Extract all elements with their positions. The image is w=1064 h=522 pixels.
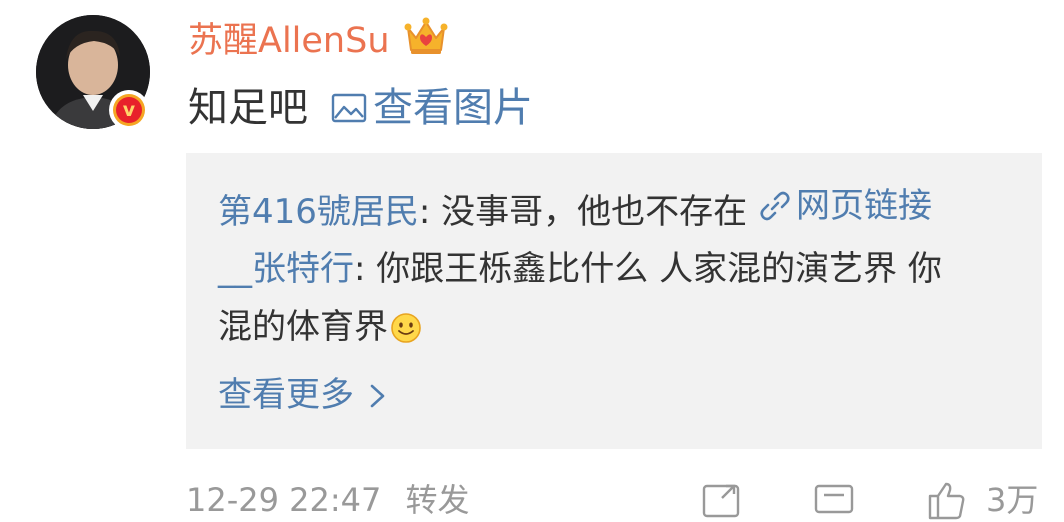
comment-author[interactable]: __张特行 xyxy=(218,249,354,289)
crown-icon xyxy=(404,17,448,54)
username[interactable]: 苏醒AllenSu xyxy=(188,14,390,68)
like-count: 3万 xyxy=(986,481,1039,519)
view-image-link[interactable]: 查看图片 xyxy=(331,78,533,138)
web-link-label: 网页链接 xyxy=(795,186,932,226)
comment-separator: : xyxy=(354,249,377,289)
repost-icon[interactable] xyxy=(700,478,744,522)
comment-line: __张特行: 你跟王栎鑫比什么 人家混的演艺界 你 xyxy=(218,244,942,294)
verified-badge-icon: v xyxy=(109,90,149,130)
post-footer: 12-29 22:47 转发 xyxy=(186,478,470,522)
comment-separator: : xyxy=(418,192,442,232)
comment-author[interactable]: 第416號居民 xyxy=(218,192,419,232)
source-label: 转发 xyxy=(405,481,470,519)
chevron-right-icon xyxy=(370,384,385,408)
comment-text: 混的体育界 xyxy=(218,307,388,347)
post-text: 知足吧 xyxy=(188,85,308,131)
timestamp: 12-29 22:47 xyxy=(186,481,382,519)
comment-line-continued: 混的体育界 xyxy=(218,302,422,352)
image-icon xyxy=(331,93,367,123)
comment-line: 第416號居民: 没事哥，他也不存在 网页链接 xyxy=(218,181,932,232)
comment-icon[interactable] xyxy=(812,478,856,522)
smile-emoji-icon xyxy=(391,313,421,343)
comment-text: 你跟王栎鑫比什么 人家混的演艺界 你 xyxy=(376,249,942,289)
link-icon xyxy=(760,191,790,221)
web-link[interactable]: 网页链接 xyxy=(758,181,932,231)
like-icon[interactable] xyxy=(924,478,968,522)
comment-text: 没事哥，他也不存在 xyxy=(441,192,748,232)
view-image-label: 查看图片 xyxy=(373,85,533,131)
view-more-label: 查看更多 xyxy=(218,375,354,415)
view-more-link[interactable]: 查看更多 xyxy=(218,370,388,420)
verified-badge-letter: v xyxy=(116,97,142,123)
